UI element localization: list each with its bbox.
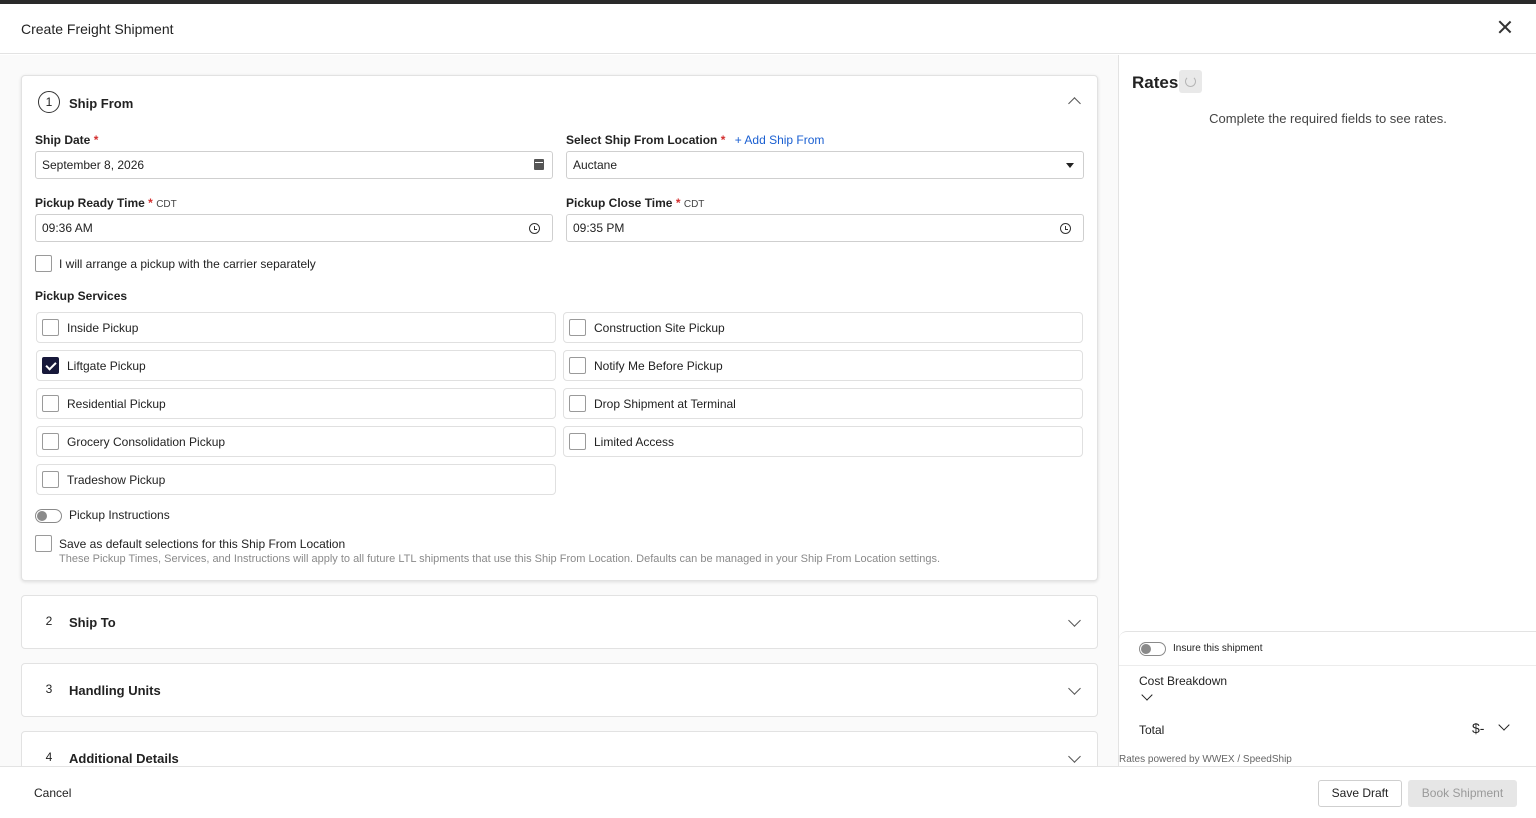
- clock-icon[interactable]: [529, 223, 540, 234]
- checkbox[interactable]: [569, 433, 586, 450]
- section-additional-details[interactable]: 4 Additional Details: [21, 731, 1098, 766]
- rates-title: Rates: [1132, 73, 1179, 92]
- rates-panel: Rates Complete the required fields to se…: [1118, 55, 1536, 766]
- service-tradeshow-pickup[interactable]: Tradeshow Pickup: [36, 464, 556, 495]
- ship-from-location-select[interactable]: Auctane: [566, 151, 1084, 179]
- section-ship-to[interactable]: 2 Ship To: [21, 595, 1098, 649]
- save-default-checkbox[interactable]: [35, 535, 52, 552]
- refresh-icon[interactable]: [1179, 70, 1202, 93]
- step-number: 4: [45, 750, 53, 764]
- close-icon[interactable]: [1496, 18, 1514, 36]
- chevron-down-icon[interactable]: [1068, 682, 1081, 695]
- rates-message: Complete the required fields to see rate…: [1209, 111, 1447, 126]
- save-default-hint: These Pickup Times, Services, and Instru…: [59, 553, 941, 565]
- clock-icon[interactable]: [1060, 223, 1071, 234]
- service-residential-pickup[interactable]: Residential Pickup: [36, 388, 556, 419]
- chevron-down-icon[interactable]: [1141, 689, 1153, 701]
- checkbox[interactable]: [569, 319, 586, 336]
- section-title: Additional Details: [69, 751, 179, 766]
- section-ship-from: 1 Ship From Ship Date * September 8, 202…: [21, 75, 1098, 581]
- checkbox[interactable]: [42, 471, 59, 488]
- chevron-down-icon[interactable]: [1498, 719, 1510, 731]
- insure-label: Insure this shipment: [1173, 643, 1263, 654]
- chevron-down-icon[interactable]: [1068, 614, 1081, 627]
- pickup-close-label: Pickup Close Time * CDT: [566, 196, 705, 210]
- book-shipment-button[interactable]: Book Shipment: [1408, 780, 1517, 807]
- arrange-pickup-checkbox[interactable]: [35, 255, 52, 272]
- service-drop-shipment-at-terminal[interactable]: Drop Shipment at Terminal: [563, 388, 1083, 419]
- service-construction-site-pickup[interactable]: Construction Site Pickup: [563, 312, 1083, 343]
- arrange-pickup-label: I will arrange a pickup with the carrier…: [59, 257, 316, 271]
- insure-toggle[interactable]: [1139, 642, 1166, 656]
- checkbox-checked[interactable]: [42, 357, 59, 374]
- dropdown-caret-icon: [1066, 163, 1074, 168]
- step-number: 2: [45, 614, 53, 628]
- step-number: 3: [45, 682, 53, 696]
- save-draft-button[interactable]: Save Draft: [1318, 780, 1402, 807]
- add-ship-from-link[interactable]: + Add Ship From: [735, 133, 825, 147]
- pickup-instructions-toggle[interactable]: [35, 509, 62, 523]
- service-liftgate-pickup[interactable]: Liftgate Pickup: [36, 350, 556, 381]
- cost-breakdown-label: Cost Breakdown: [1139, 674, 1228, 688]
- section-title: Ship From: [69, 96, 134, 111]
- cancel-button[interactable]: Cancel: [34, 786, 71, 800]
- ship-date-input[interactable]: September 8, 2026: [35, 151, 553, 179]
- section-handling-units[interactable]: 3 Handling Units: [21, 663, 1098, 717]
- ship-from-location-label: Select Ship From Location * + Add Ship F…: [566, 133, 825, 147]
- powered-by-text: Rates powered by WWEX / SpeedShip: [1119, 754, 1292, 765]
- calendar-icon[interactable]: [534, 159, 544, 170]
- checkbox[interactable]: [569, 395, 586, 412]
- pickup-close-time-input[interactable]: 09:35 PM: [566, 214, 1084, 242]
- service-notify-me-before-pickup[interactable]: Notify Me Before Pickup: [563, 350, 1083, 381]
- checkbox[interactable]: [42, 433, 59, 450]
- pickup-services-label: Pickup Services: [35, 289, 128, 303]
- pickup-ready-time-input[interactable]: 09:36 AM: [35, 214, 553, 242]
- checkbox[interactable]: [42, 395, 59, 412]
- service-inside-pickup[interactable]: Inside Pickup: [36, 312, 556, 343]
- modal-footer: Cancel Save Draft Book Shipment: [0, 766, 1536, 818]
- service-grocery-consolidation-pickup[interactable]: Grocery Consolidation Pickup: [36, 426, 556, 457]
- shipment-form: 1 Ship From Ship Date * September 8, 202…: [0, 55, 1118, 766]
- chevron-up-icon[interactable]: [1068, 97, 1081, 110]
- checkbox[interactable]: [569, 357, 586, 374]
- service-limited-access[interactable]: Limited Access: [563, 426, 1083, 457]
- total-value: $-: [1472, 720, 1485, 736]
- chevron-down-icon[interactable]: [1068, 750, 1081, 763]
- modal-header: Create Freight Shipment: [0, 4, 1536, 54]
- checkbox[interactable]: [42, 319, 59, 336]
- step-number: 1: [38, 91, 60, 113]
- divider: [1119, 665, 1536, 666]
- save-default-label: Save as default selections for this Ship…: [59, 537, 346, 551]
- section-title: Handling Units: [69, 683, 161, 698]
- total-label: Total: [1139, 723, 1165, 737]
- ship-date-label: Ship Date *: [35, 133, 99, 147]
- pickup-ready-label: Pickup Ready Time * CDT: [35, 196, 177, 210]
- cost-panel: Insure this shipment Cost Breakdown Tota…: [1119, 631, 1536, 766]
- pickup-instructions-label: Pickup Instructions: [69, 508, 170, 522]
- section-title: Ship To: [69, 615, 116, 630]
- modal-title: Create Freight Shipment: [21, 21, 174, 37]
